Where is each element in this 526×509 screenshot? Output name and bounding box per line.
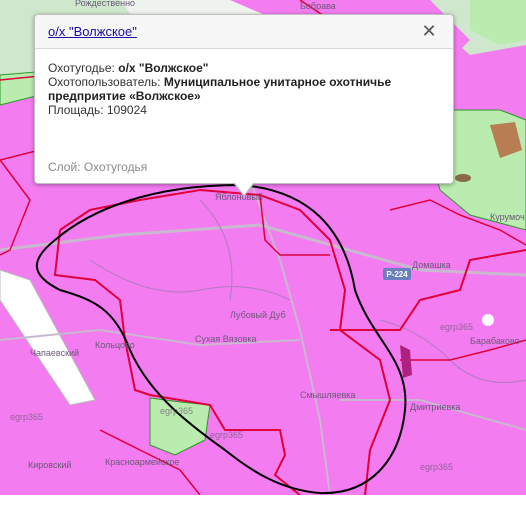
place-label: Кольцово	[95, 340, 135, 350]
svg-text:Р-224: Р-224	[386, 270, 408, 279]
popup-layer-label: Слой: Охотугодья	[48, 160, 148, 174]
popup-tip	[235, 183, 253, 195]
close-icon[interactable]: ✕	[419, 21, 439, 41]
road-badge: Р-224	[383, 268, 411, 280]
row-label: Охотопользователь:	[48, 75, 164, 89]
place-label: Барабаково	[470, 336, 520, 346]
row-label: Охотугодье:	[48, 61, 119, 75]
place-label: Бобрава	[300, 1, 336, 11]
popup-title-link[interactable]: о/х "Волжское"	[48, 24, 137, 39]
place-label: Курумоч	[490, 212, 525, 222]
info-popup[interactable]: о/х "Волжское" ✕ Охотугодье: о/х "Волжск…	[34, 14, 454, 197]
place-label: Лубовый Дуб	[230, 310, 286, 320]
place-label: Сухая Вязовка	[195, 334, 257, 344]
popup-header: о/х "Волжское" ✕	[35, 15, 453, 49]
popup-row-area: Площадь: 109024	[48, 103, 439, 117]
place-label: Красноармейское	[105, 457, 180, 467]
place-label: Домашка	[412, 260, 451, 270]
popup-body: Охотугодье: о/х "Волжское" Охотопользова…	[48, 61, 439, 117]
popup-row-hunting-ground: Охотугодье: о/х "Волжское"	[48, 61, 439, 75]
place-label: Чапаевский	[30, 348, 79, 358]
row-label: Площадь:	[48, 103, 107, 117]
place-label: Смышляевка	[300, 390, 355, 400]
watermark: egrp365	[440, 322, 473, 332]
place-label: Рождественно	[75, 0, 135, 8]
popup-row-hunting-user: Охотопользователь: Муниципальное унитарн…	[48, 75, 439, 103]
brown-patch	[455, 174, 471, 182]
place-label: Дмитриевка	[410, 402, 460, 412]
row-value: о/х "Волжское"	[118, 61, 209, 75]
watermark: egrp365	[420, 462, 453, 472]
water-body	[482, 314, 494, 326]
watermark: egrp365	[210, 430, 243, 440]
watermark: egrp365	[160, 406, 193, 416]
row-value: 109024	[106, 103, 147, 117]
place-label: Кировский	[28, 460, 71, 470]
watermark: egrp365	[10, 412, 43, 422]
